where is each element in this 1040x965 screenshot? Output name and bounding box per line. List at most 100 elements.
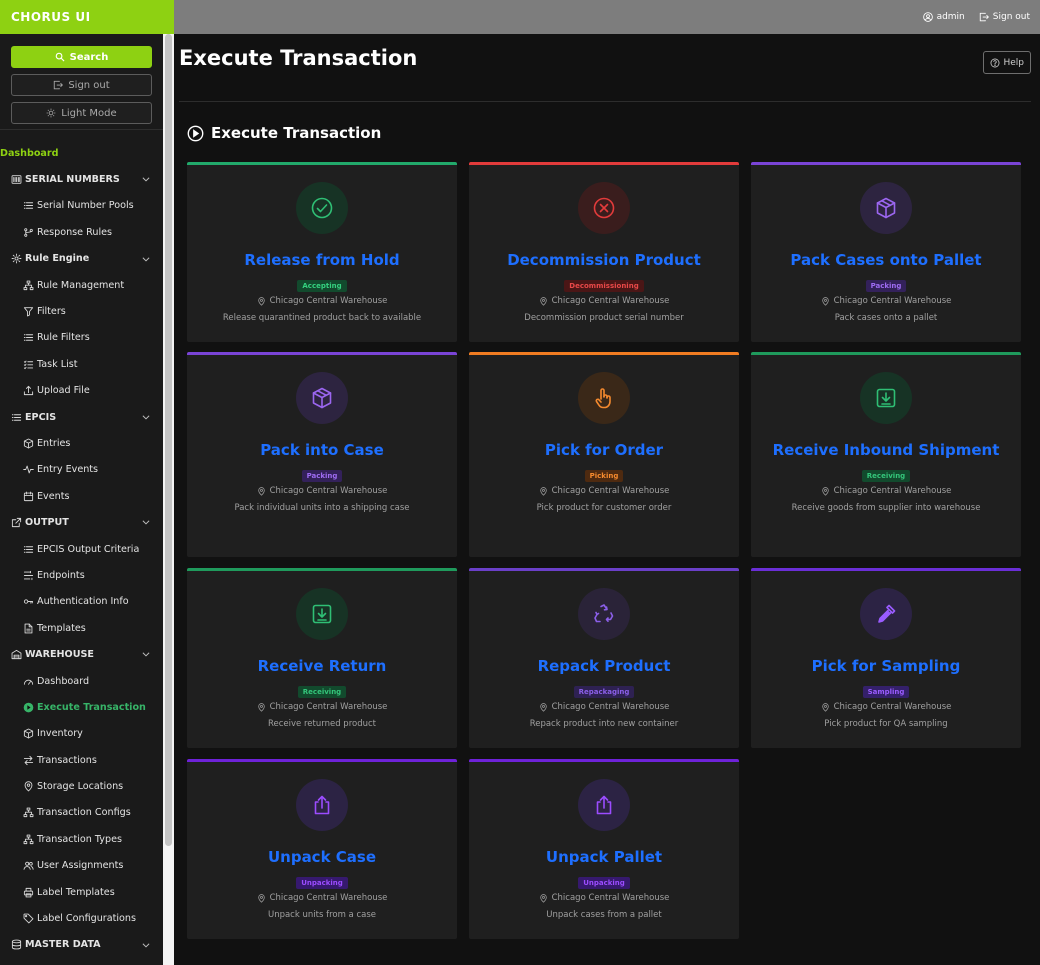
transaction-card-pack-cases-onto-pallet[interactable]: Pack Cases onto Pallet Packing Chicago Cen… [751,162,1021,342]
sidebar-item-output[interactable]: OUTPUT [0,509,163,535]
sidebar-item-user-assignments[interactable]: User Assignments [0,853,163,879]
transaction-card-receive-inbound-shipment[interactable]: Receive Inbound Shipment Receiving Chicago… [751,352,1021,557]
chevron-down-icon[interactable] [141,940,151,950]
sidebar-item-execute-transaction[interactable]: Execute Transaction [0,694,163,720]
sidebar-item-inventory[interactable]: Inventory [0,721,163,747]
hierarchy-icon [23,807,34,818]
card-title[interactable]: Unpack Pallet [469,845,739,870]
sidebar-item-entry-events[interactable]: Entry Events [0,457,163,483]
help-button[interactable]: Help [983,51,1031,74]
card-location: Chicago Central Warehouse [469,893,739,903]
sidebar-item-task-list[interactable]: Task List [0,351,163,377]
pin-icon [24,781,33,792]
sidebar-item-master-data[interactable]: MASTER DATA [0,932,163,958]
sidebar-item-entries[interactable]: Entries [0,430,163,456]
sidebar-item-label: EPCIS Output Criteria [37,543,140,555]
sidebar-item-label: Inventory [37,728,83,740]
sidebar-item-dashboard[interactable]: Dashboard [0,668,163,694]
sidebar: Search Sign out Light Mode Dashboard SERI… [0,34,174,965]
tasklist-icon [23,360,34,369]
sidebar-signout-button[interactable]: Sign out [11,74,152,96]
card-title[interactable]: Pack into Case [187,438,457,463]
card-title[interactable]: Receive Inbound Shipment [751,438,1021,463]
card-description: Decommission product serial number [524,313,684,323]
pin-icon [257,296,265,306]
warehouse-icon [11,649,22,660]
sidebar-item-rule-management[interactable]: Rule Management [0,272,163,298]
card-location-text: Chicago Central Warehouse [833,702,952,712]
card-title[interactable]: Release from Hold [187,248,457,273]
sidebar-item-serial-numbers[interactable]: SERIAL NUMBERS [0,166,163,192]
transaction-card-release-from-hold[interactable]: Release from Hold Accepting Chicago Centra… [187,162,457,342]
card-title[interactable]: Pick for Order [469,438,739,463]
user-menu[interactable]: admin [922,12,965,22]
card-title[interactable]: Repack Product [469,654,739,679]
sidebar-item-rule-filters[interactable]: Rule Filters [0,325,163,351]
list-icon [23,202,34,210]
sidebar-item-serial-number-pools[interactable]: Serial Number Pools [0,193,163,219]
card-location: Chicago Central Warehouse [469,296,739,306]
sidebar-item-response-rules[interactable]: Response Rules [0,219,163,245]
transaction-card-receive-return[interactable]: Receive Return Receiving Chicago Central W… [187,568,457,748]
sidebar-item-transaction-configs[interactable]: Transaction Configs [0,800,163,826]
sidebar-item-rule-engine[interactable]: Rule Engine [0,246,163,272]
sidebar-item-label: OUTPUT [25,517,69,529]
chevron-down-icon[interactable] [141,649,151,659]
sidebar-item-transactions[interactable]: Transactions [0,747,163,773]
chevron-down-icon[interactable] [141,517,151,527]
top-signout-button[interactable]: Sign out [979,12,1030,22]
box-icon [312,387,332,409]
pin-icon [257,486,265,496]
pin-icon [257,702,265,712]
card-title[interactable]: Unpack Case [187,845,457,870]
search-button[interactable]: Search [11,46,152,68]
card-title[interactable]: Receive Return [187,654,457,679]
card-description: Pick product for QA sampling [824,719,948,729]
sidebar-item-authentication-info[interactable]: Authentication Info [0,589,163,615]
list-icon [23,545,34,553]
chevron-down-icon[interactable] [141,254,151,264]
sidebar-item-label-templates[interactable]: Label Templates [0,879,163,905]
transaction-card-unpack-pallet[interactable]: Unpack Pallet Unpacking Chicago Central Wa… [469,759,739,939]
hierarchy-icon [23,808,34,818]
sidebar-item-storage-locations[interactable]: Storage Locations [0,773,163,799]
download-box-icon [312,604,332,624]
sidebar-item-label: SERIAL NUMBERS [25,174,120,186]
sidebar-item-events[interactable]: Events [0,483,163,509]
card-location-text: Chicago Central Warehouse [551,486,670,496]
sidebar-item-epcis-output-criteria[interactable]: EPCIS Output Criteria [0,536,163,562]
transaction-card-unpack-case[interactable]: Unpack Case Unpacking Chicago Central Ware… [187,759,457,939]
transaction-card-pick-for-order[interactable]: Pick for Order Picking Chicago Central War… [469,352,739,557]
hierarchy-icon [23,280,34,291]
card-title[interactable]: Pick for Sampling [751,654,1021,679]
sidebar-item-transaction-types[interactable]: Transaction Types [0,826,163,852]
transaction-card-decommission-product[interactable]: Decommission Product Decommissioning Chica… [469,162,739,342]
transaction-card-pack-into-case[interactable]: Pack into Case Packing Chicago Central War… [187,352,457,557]
download-box-icon [876,388,896,408]
sidebar-item-filters[interactable]: Filters [0,298,163,324]
transaction-card-pick-for-sampling[interactable]: Pick for Sampling Sampling Chicago Central… [751,568,1021,748]
upload-icon [23,386,34,396]
brand-logo[interactable]: CHORUS UI [0,0,174,34]
sidebar-item-epcis[interactable]: EPCIS [0,404,163,430]
sidebar-item-templates[interactable]: Templates [0,615,163,641]
sidebar-item-upload-file[interactable]: Upload File [0,378,163,404]
database-icon [11,939,22,950]
card-title[interactable]: Decommission Product [469,248,739,273]
card-type-badge: Packing [301,470,343,482]
chevron-down-icon[interactable] [141,412,151,422]
card-title[interactable]: Pack Cases onto Pallet [751,248,1021,273]
sidebar-item-endpoints[interactable]: Endpoints [0,562,163,588]
transaction-card-repack-product[interactable]: Repack Product Repackaging Chicago Central… [469,568,739,748]
sidebar-scrollbar[interactable] [163,34,174,965]
card-location-text: Chicago Central Warehouse [269,296,388,306]
hierarchy-icon [23,834,34,844]
sidebar-item-warehouse[interactable]: WAREHOUSE [0,641,163,667]
chevron-down-icon[interactable] [141,174,151,184]
sidebar-scrollbar-thumb[interactable] [165,34,172,846]
sidebar-item-dashboard[interactable]: Dashboard [0,140,163,166]
light-mode-button[interactable]: Light Mode [11,102,152,124]
card-location: Chicago Central Warehouse [187,702,457,712]
card-icon-circle [296,372,348,424]
sidebar-item-label-configurations[interactable]: Label Configurations [0,905,163,931]
